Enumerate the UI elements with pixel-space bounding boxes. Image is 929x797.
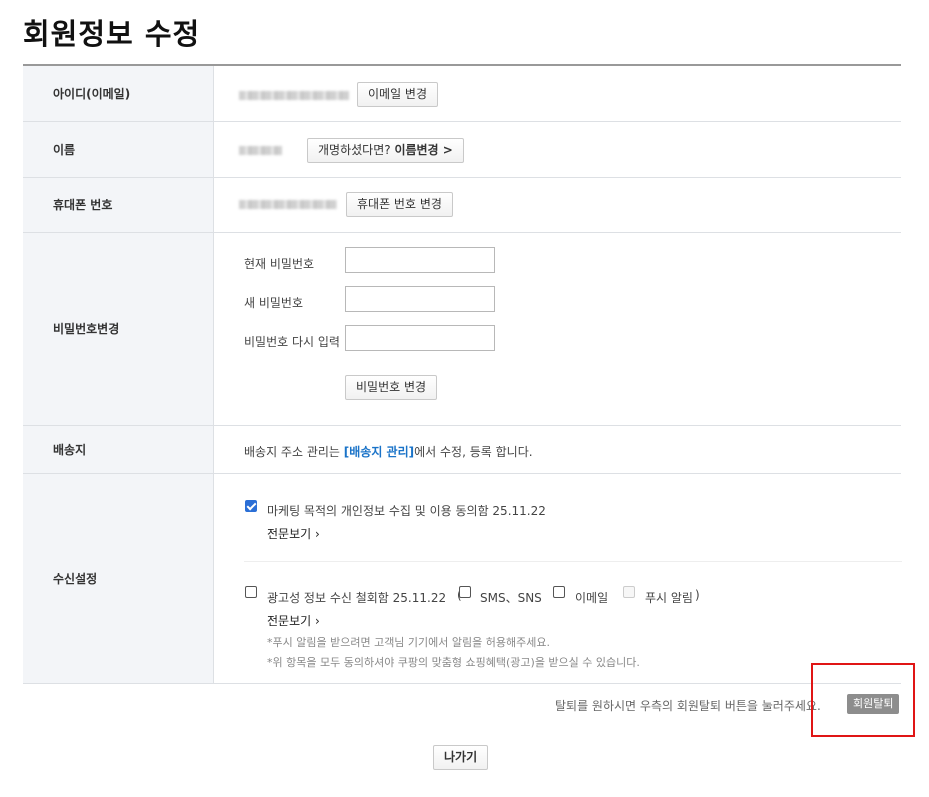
push-note: *푸시 알림을 받으려면 고객님 기기에서 알림을 허용해주세요.	[267, 635, 550, 649]
new-password-label: 새 비밀번호	[244, 295, 304, 310]
current-password-label: 현재 비밀번호	[244, 256, 315, 271]
view-full-text-link-1[interactable]: 전문보기 ›	[267, 525, 320, 542]
new-password-input[interactable]	[345, 285, 495, 312]
shipping-text-before: 배송지 주소 관리는	[244, 444, 344, 459]
change-email-button[interactable]: 이메일 변경	[357, 82, 439, 107]
phone-value-masked	[239, 199, 337, 209]
member-info-form: 아이디(이메일) 이메일 변경 이름 개명하셨다면? 이름변경 > 휴대폰 번호…	[23, 64, 902, 684]
push-checkbox[interactable]	[623, 585, 635, 598]
confirm-password-label: 비밀번호 다시 입력	[244, 334, 340, 349]
marketing-consent-label: 마케팅 목적의 개인정보 수집 및 이용 동의함 25.11.22	[267, 503, 546, 518]
confirm-password-input[interactable]	[345, 324, 495, 351]
subscription-row: 수신설정 마케팅 목적의 개인정보 수집 및 이용 동의함 25.11.22 전…	[23, 473, 902, 684]
email-checkbox[interactable]	[553, 585, 565, 598]
password-row: 비밀번호변경 현재 비밀번호 새 비밀번호 비밀번호 다시 입력 비밀번호 변경	[23, 232, 901, 426]
email-option-label: 이메일	[575, 590, 609, 605]
change-name-prompt: 개명하셨다면?	[318, 142, 395, 157]
page-title: 회원정보 수정	[23, 17, 201, 51]
change-phone-button[interactable]: 휴대폰 번호 변경	[346, 191, 453, 217]
email-value-masked	[239, 91, 349, 100]
consent-note: *위 항목을 모두 동의하셔야 쿠팡의 맞춤형 쇼핑혜택(광고)을 받으실 수 …	[267, 655, 640, 669]
email-row-label: 아이디(이메일)	[23, 65, 214, 122]
ad-info-label: 광고성 정보 수신 철회함 25.11.22	[267, 590, 447, 605]
subscription-row-label: 수신설정	[23, 473, 214, 684]
shipping-row: 배송지 배송지 주소 관리는 [배송지 관리]에서 수정, 등록 합니다.	[23, 425, 901, 474]
phone-row-label: 휴대폰 번호	[23, 177, 214, 233]
phone-row: 휴대폰 번호 휴대폰 번호 변경	[23, 177, 901, 233]
exit-button[interactable]: 나가기	[433, 745, 489, 770]
shipping-row-label: 배송지	[23, 425, 214, 474]
withdraw-description: 탈퇴를 원하시면 우측의 회원탈퇴 버튼을 눌러주세요.	[555, 699, 821, 713]
email-row: 아이디(이메일) 이메일 변경	[23, 65, 901, 122]
shipping-manage-link[interactable]: [배송지 관리]	[344, 445, 414, 459]
marketing-consent-checkbox[interactable]	[245, 499, 257, 512]
sms-checkbox[interactable]	[459, 585, 471, 598]
change-password-button[interactable]: 비밀번호 변경	[345, 374, 438, 400]
push-option-label: 푸시 알림	[645, 590, 693, 605]
shipping-description: 배송지 주소 관리는 [배송지 관리]에서 수정, 등록 합니다.	[244, 443, 533, 460]
change-name-strong: 이름변경 >	[394, 142, 453, 157]
highlight-box	[811, 663, 915, 737]
name-value-masked	[239, 145, 282, 155]
shipping-text-after: 에서 수정, 등록 합니다.	[414, 444, 533, 459]
paren-close: )	[695, 587, 700, 602]
change-name-button[interactable]: 개명하셨다면? 이름변경 >	[307, 137, 464, 163]
subscription-divider	[244, 560, 902, 562]
sms-label: SMS、SNS	[480, 590, 542, 605]
password-row-label: 비밀번호변경	[23, 232, 214, 426]
name-row-label: 이름	[23, 121, 214, 178]
current-password-input[interactable]	[345, 246, 495, 273]
ad-info-checkbox[interactable]	[245, 585, 257, 598]
view-full-text-link-2[interactable]: 전문보기 ›	[267, 612, 320, 629]
name-row: 이름 개명하셨다면? 이름변경 >	[23, 121, 901, 178]
